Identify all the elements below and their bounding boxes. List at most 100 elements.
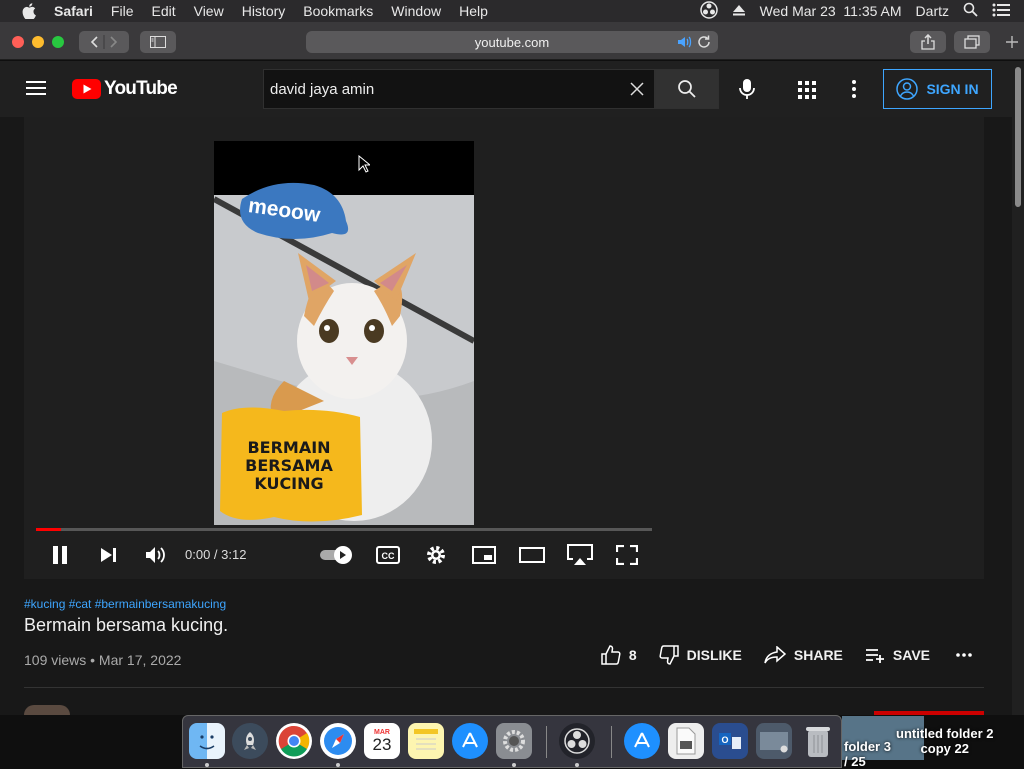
menu-edit[interactable]: Edit	[151, 3, 175, 19]
caption-line-1: BERMAIN	[247, 438, 331, 457]
video-info: #kucing #cat #bermainbersamakucing Berma…	[24, 597, 984, 668]
more-options-vertical-icon[interactable]	[852, 80, 856, 103]
launchpad-rocket-icon[interactable]	[232, 723, 268, 759]
sign-in-button[interactable]: SIGN IN	[883, 69, 992, 109]
address-bar[interactable]: youtube.com	[306, 31, 718, 53]
zoom-window-button[interactable]	[52, 36, 64, 48]
folder-label-line-2: copy 22	[920, 741, 969, 756]
video-player[interactable]: meoow BERMAIN BERSAMA KUCING 0:00 / 3:12…	[24, 117, 984, 579]
subscribe-button[interactable]	[874, 711, 984, 715]
channel-avatar[interactable]	[24, 705, 70, 715]
running-indicator	[575, 763, 579, 767]
app-store-downloads-icon[interactable]	[624, 723, 660, 759]
menu-history[interactable]: History	[242, 3, 286, 19]
menu-safari[interactable]: Safari	[54, 3, 93, 19]
clock-datetime[interactable]: Wed Mar 23 11:35 AM	[760, 3, 902, 19]
youtube-header: YouTube david jaya amin SIGN IN	[0, 61, 1012, 117]
user-name[interactable]: Dartz	[916, 3, 949, 19]
clear-search-icon[interactable]	[630, 82, 644, 100]
youtube-play-logo-icon	[72, 79, 101, 99]
obs-status-icon[interactable]	[699, 0, 718, 22]
settings-button[interactable]	[423, 541, 449, 569]
share-label: SHARE	[793, 647, 843, 663]
menu-bookmarks[interactable]: Bookmarks	[303, 3, 373, 19]
new-tab-icon[interactable]	[1000, 31, 1024, 53]
more-actions-button[interactable]	[956, 653, 972, 657]
screenshot-preview-icon[interactable]	[756, 723, 792, 759]
url-text: youtube.com	[474, 34, 550, 50]
miniplayer-button[interactable]	[471, 541, 497, 569]
control-center-icon[interactable]	[992, 3, 1010, 20]
share-arrow-icon	[764, 646, 786, 664]
pause-button[interactable]	[48, 541, 72, 569]
dock-separator	[611, 726, 612, 758]
share-icon[interactable]	[910, 31, 946, 53]
hamburger-menu-icon[interactable]	[26, 80, 46, 101]
document-file-icon[interactable]	[668, 723, 704, 759]
finder-icon[interactable]	[189, 723, 225, 759]
menu-help[interactable]: Help	[459, 3, 488, 19]
menu-file[interactable]: File	[111, 3, 134, 19]
fullscreen-button[interactable]	[615, 541, 639, 569]
apple-menu-icon[interactable]	[20, 3, 38, 19]
scrollbar-thumb[interactable]	[1015, 67, 1021, 207]
caption-line-3: KUCING	[254, 474, 324, 493]
macos-menu-bar: Safari File Edit View History Bookmarks …	[0, 0, 1024, 22]
reload-icon[interactable]	[696, 34, 712, 53]
app-store-icon[interactable]	[452, 723, 488, 759]
desktop-folder-label[interactable]: folder 3 / 25	[844, 739, 891, 769]
dislike-button[interactable]: DISLIKE	[659, 645, 742, 665]
trash-icon[interactable]	[800, 723, 836, 759]
video-cursor-icon	[358, 154, 372, 178]
youtube-logo[interactable]: YouTube	[72, 78, 178, 100]
video-hashtags[interactable]: #kucing #cat #bermainbersamakucing	[24, 597, 984, 611]
running-indicator	[512, 763, 516, 767]
theater-mode-button[interactable]	[518, 541, 546, 569]
search-button[interactable]	[655, 69, 719, 109]
volume-button[interactable]	[144, 541, 168, 569]
airplay-icon	[567, 544, 593, 565]
dock-separator	[546, 726, 547, 758]
svg-text:O: O	[721, 735, 728, 745]
more-horizontal-icon	[956, 653, 972, 657]
save-label: SAVE	[892, 647, 930, 663]
share-button[interactable]: SHARE	[764, 646, 843, 664]
running-indicator	[205, 763, 209, 767]
back-forward-buttons[interactable]	[79, 31, 129, 53]
voice-search-microphone-icon[interactable]	[738, 78, 756, 105]
system-preferences-gear-icon[interactable]	[496, 723, 532, 759]
watch-page: meoow BERMAIN BERSAMA KUCING 0:00 / 3:12…	[0, 117, 1012, 715]
menu-window[interactable]: Window	[391, 3, 441, 19]
airplay-button[interactable]	[565, 541, 595, 569]
chrome-browser-icon[interactable]	[276, 723, 312, 759]
audio-playing-icon[interactable]	[676, 34, 692, 53]
video-progress-bar[interactable]	[36, 528, 652, 531]
video-frame[interactable]: meoow BERMAIN BERSAMA KUCING	[214, 141, 474, 525]
save-button[interactable]: SAVE	[865, 647, 930, 663]
apps-grid-icon[interactable]	[798, 81, 816, 104]
obs-studio-icon[interactable]	[559, 723, 595, 759]
video-caption-overlay: BERMAIN BERSAMA KUCING	[224, 439, 354, 493]
safari-compass-icon[interactable]	[320, 723, 356, 759]
menu-view[interactable]: View	[194, 3, 224, 19]
desktop-folder-label-untitled[interactable]: untitled folder 2 copy 22	[896, 726, 994, 756]
minimize-window-button[interactable]	[32, 36, 44, 48]
tab-overview-icon[interactable]	[954, 31, 990, 53]
calendar-icon[interactable]: MAR 23	[364, 723, 400, 759]
notes-icon[interactable]	[408, 723, 444, 759]
page-scrollbar[interactable]	[1012, 61, 1024, 715]
next-video-button[interactable]	[96, 541, 120, 569]
outlook-app-icon[interactable]: O	[712, 723, 748, 759]
sidebar-toggle-icon[interactable]	[140, 31, 176, 53]
search-icon	[678, 80, 696, 98]
video-time: 0:00 / 3:12	[185, 547, 247, 562]
eject-icon[interactable]	[732, 3, 746, 20]
section-divider	[24, 687, 984, 688]
like-button[interactable]: 8	[601, 645, 637, 665]
calendar-day: 23	[372, 734, 392, 754]
search-input[interactable]: david jaya amin	[263, 69, 655, 109]
autoplay-toggle[interactable]	[319, 541, 355, 569]
subtitles-button[interactable]: CC	[375, 541, 401, 569]
close-window-button[interactable]	[12, 36, 24, 48]
spotlight-search-icon[interactable]	[963, 2, 978, 20]
